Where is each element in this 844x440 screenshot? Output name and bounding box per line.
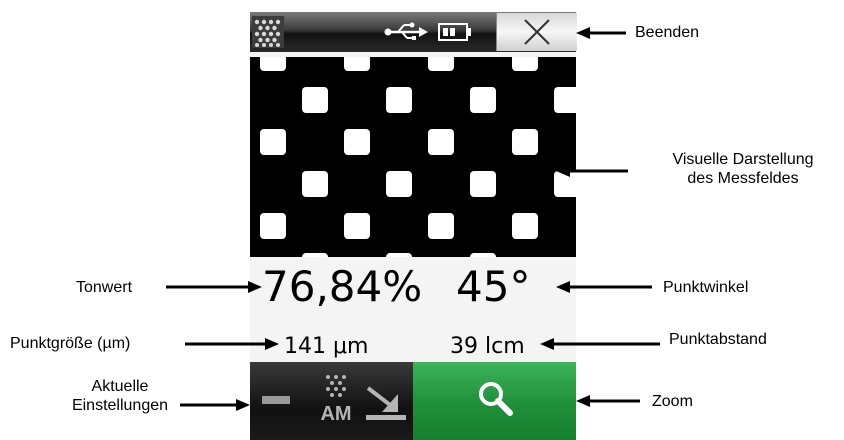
punktwinkel-value: 45°: [456, 262, 531, 311]
aktuelle-line1: Aktuelle: [91, 378, 149, 395]
bottom-bar: AM: [250, 362, 576, 440]
tonwert-label: Tonwert: [76, 279, 133, 296]
zoom-button[interactable]: [413, 362, 576, 440]
punktgroesse-label: Punktgröße (µm): [10, 335, 131, 352]
close-icon: [524, 19, 550, 45]
halftone-dot-pattern: [250, 57, 576, 257]
arrow-down-right-icon: [366, 386, 406, 420]
menu-button[interactable]: [252, 16, 284, 48]
arrow-to-tonwert: [166, 281, 262, 293]
am-screening-icon: AM: [316, 372, 356, 430]
visuelle-line2: des Messfeldes: [687, 170, 799, 187]
usb-icon: [384, 22, 428, 40]
arrow-to-close-button: [576, 27, 626, 39]
punktgroesse-value: 141 μm: [284, 334, 369, 359]
device-screen: 76,84% 45° 141 μm 39 lcm AM: [250, 12, 577, 440]
arrow-to-zoom: [576, 395, 640, 407]
measurement-field-view: [250, 57, 576, 257]
visuelle-darstellung-label: Visuelle Darstellung des Messfeldes: [648, 150, 838, 188]
arrow-to-settings: [180, 399, 250, 411]
arrow-to-measurement-field: [556, 165, 628, 177]
visuelle-line1: Visuelle Darstellung: [672, 151, 814, 168]
punktwinkel-label: Punktwinkel: [663, 279, 749, 296]
minus-icon: [262, 396, 290, 404]
arrow-to-punktgroesse: [185, 338, 279, 350]
arrow-to-punktwinkel: [556, 281, 652, 293]
am-label: AM: [320, 403, 352, 425]
battery-icon: [438, 23, 471, 41]
aktuelle-line2: Einstellungen: [71, 397, 169, 414]
beenden-label: Beenden: [635, 24, 700, 41]
punktabstand-value: 39 lcm: [450, 334, 525, 359]
tonwert-value: 76,84%: [262, 262, 423, 311]
am-dots-graphic: [326, 375, 346, 397]
punktabstand-label: Punktabstand: [669, 331, 767, 348]
aktuelle-einstellungen-label: Aktuelle Einstellungen: [58, 377, 182, 415]
menu-dots-icon: [252, 16, 284, 48]
close-button[interactable]: [496, 13, 577, 51]
arrow-to-punktabstand: [540, 338, 660, 350]
top-bar: [250, 12, 577, 52]
current-settings-button[interactable]: AM: [250, 362, 413, 440]
zoom-label: Zoom: [652, 393, 693, 410]
magnifier-icon: [479, 382, 513, 416]
